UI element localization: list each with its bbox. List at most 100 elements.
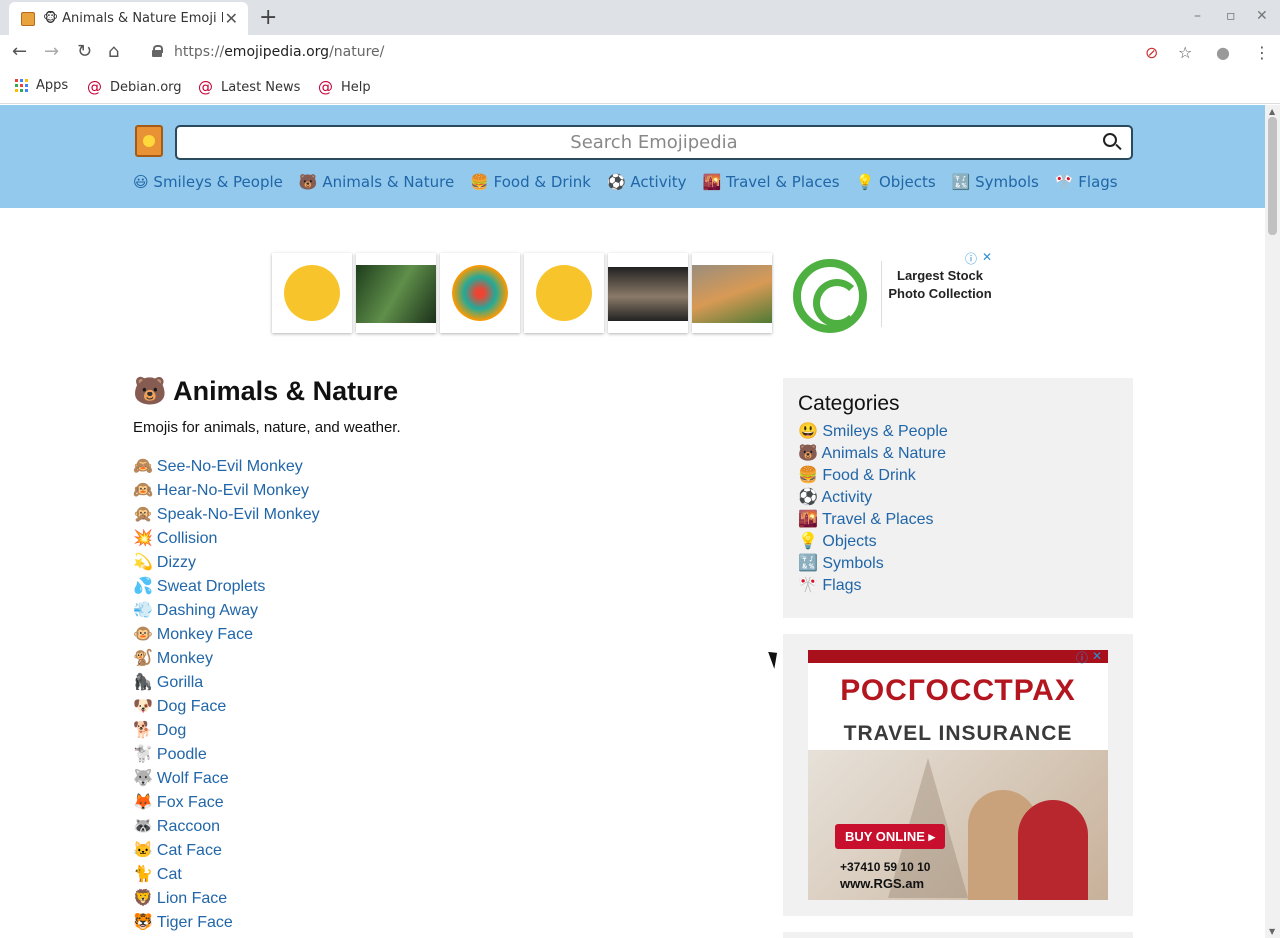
ad-pug-image[interactable] bbox=[608, 253, 688, 333]
lock-icon[interactable] bbox=[152, 45, 163, 57]
emoji-list: 🙈 See-No-Evil Monkey 🙉 Hear-No-Evil Monkey… bbox=[133, 458, 320, 938]
ad-palm-leaves-image[interactable] bbox=[356, 253, 436, 333]
list-item: 🐵 Monkey Face bbox=[133, 626, 253, 643]
sidebar-link[interactable]: 🐻 Animals & Nature bbox=[798, 445, 946, 462]
sidebar-link[interactable]: 😃 Smileys & People bbox=[798, 423, 948, 440]
browser-tab[interactable]: 🐵 Animals & Nature Emoji Meanings ✕ bbox=[9, 2, 248, 35]
emoji-link[interactable]: Dog Face bbox=[157, 698, 226, 715]
sidebar-link[interactable]: 💡 Objects bbox=[798, 533, 877, 550]
search-input[interactable] bbox=[177, 127, 1131, 158]
list-item: 🐺 Wolf Face bbox=[133, 770, 229, 787]
list-item: 💥 Collision bbox=[133, 530, 218, 547]
top-banner-ad[interactable]: Largest Stock Photo Collection ⓘ ✕ bbox=[270, 250, 1000, 337]
sidebar-link[interactable]: 🎌 Flags bbox=[798, 577, 862, 594]
ad-close-icon[interactable]: ✕ bbox=[982, 250, 992, 264]
list-item: 💦 Sweat Droplets bbox=[133, 578, 266, 595]
emoji-link[interactable]: Raccoon bbox=[157, 818, 220, 835]
nav-flags[interactable]: 🎌 Flags bbox=[1055, 173, 1118, 191]
nav-symbols[interactable]: 🔣 Symbols bbox=[952, 173, 1039, 191]
list-item: 🐕 Dog bbox=[133, 722, 187, 739]
nav-travel-places[interactable]: 🌇 Travel & Places bbox=[703, 173, 840, 191]
emoji-link[interactable]: Dashing Away bbox=[157, 602, 258, 619]
browser-menu-icon[interactable]: ⋮ bbox=[1254, 43, 1270, 62]
emoji-link[interactable]: Poodle bbox=[157, 746, 207, 763]
blocked-content-icon[interactable]: ⊘ bbox=[1145, 43, 1158, 62]
emoji-link[interactable]: Gorilla bbox=[157, 674, 203, 691]
ad-smiley-thumbs-image[interactable] bbox=[272, 253, 352, 333]
scroll-up-icon[interactable]: ▲ bbox=[1269, 107, 1275, 116]
scroll-down-icon[interactable]: ▼ bbox=[1269, 927, 1275, 936]
sidebar-list: 😃 Smileys & People 🐻 Animals & Nature 🍔 … bbox=[798, 422, 1118, 598]
list-item: 💨 Dashing Away bbox=[133, 602, 259, 619]
maximize-icon[interactable]: ▫ bbox=[1226, 8, 1236, 24]
nav-smileys-people[interactable]: 😃 Smileys & People bbox=[133, 173, 283, 191]
emoji-link[interactable]: Hear-No-Evil Monkey bbox=[157, 482, 309, 499]
forward-icon[interactable]: → bbox=[44, 41, 59, 62]
ad-butterfly-image[interactable] bbox=[440, 253, 520, 333]
list-item: 🦍 Gorilla bbox=[133, 674, 204, 691]
emoji-link[interactable]: Monkey Face bbox=[157, 626, 253, 643]
ad-close-icon[interactable]: ✕ bbox=[1092, 650, 1102, 663]
emoji-link[interactable]: Cat Face bbox=[157, 842, 222, 859]
close-window-icon[interactable]: ✕ bbox=[1256, 8, 1268, 24]
ad-info-icon[interactable]: ⓘ bbox=[965, 250, 977, 267]
emoji-link[interactable]: Dog bbox=[157, 722, 186, 739]
sidebar-item-animals-nature: 🐻 Animals & Nature bbox=[798, 444, 1118, 466]
scroll-thumb[interactable] bbox=[1268, 117, 1277, 235]
ad-laughing-smiley-image[interactable] bbox=[524, 253, 604, 333]
ad-spiral-logo[interactable] bbox=[793, 259, 867, 333]
new-tab-icon[interactable]: + bbox=[259, 5, 277, 30]
emoji-link[interactable]: Fox Face bbox=[157, 794, 224, 811]
emoji-link[interactable]: Speak-No-Evil Monkey bbox=[157, 506, 320, 523]
nav-objects[interactable]: 💡 Objects bbox=[856, 173, 936, 191]
sidebar-link[interactable]: ⚽ Activity bbox=[798, 489, 872, 506]
bookmark-help[interactable]: @ Help bbox=[318, 78, 371, 96]
reload-icon[interactable]: ↻ bbox=[77, 41, 92, 62]
sidebar-link[interactable]: 🔣 Symbols bbox=[798, 555, 884, 572]
ad-headline[interactable]: Largest Stock Photo Collection bbox=[888, 267, 992, 303]
tab-close-icon[interactable]: ✕ bbox=[225, 9, 238, 28]
site-header: 😃 Smileys & People 🐻 Animals & Nature 🍔 … bbox=[0, 105, 1265, 208]
ad-person bbox=[1018, 800, 1088, 900]
emoji-link[interactable]: See-No-Evil Monkey bbox=[157, 458, 303, 475]
sidebar-heading: Categories bbox=[798, 392, 900, 415]
nav-food-drink[interactable]: 🍔 Food & Drink bbox=[470, 173, 591, 191]
sidebar-link[interactable]: 🍔 Food & Drink bbox=[798, 467, 916, 484]
emoji-link[interactable]: Monkey bbox=[157, 650, 213, 667]
nav-animals-nature[interactable]: 🐻 Animals & Nature bbox=[299, 173, 454, 191]
url-text[interactable]: https://emojipedia.org/nature/ bbox=[174, 44, 384, 60]
ad-info-icon[interactable]: ⓘ bbox=[1076, 650, 1088, 666]
list-item: 🦁 Lion Face bbox=[133, 890, 228, 907]
address-bar[interactable]: https://emojipedia.org/nature/ bbox=[140, 38, 1200, 68]
emoji-link[interactable]: Wolf Face bbox=[157, 770, 229, 787]
back-icon[interactable]: ← bbox=[12, 41, 27, 62]
emojipedia-logo[interactable] bbox=[135, 125, 163, 157]
sidebar-link[interactable]: 🌇 Travel & Places bbox=[798, 511, 934, 528]
emoji-link[interactable]: Lion Face bbox=[157, 890, 227, 907]
home-icon[interactable]: ⌂ bbox=[108, 41, 119, 62]
profile-avatar-icon[interactable]: ● bbox=[1216, 43, 1230, 62]
nav-activity[interactable]: ⚽ Activity bbox=[607, 173, 687, 191]
sidebar-item-activity: ⚽ Activity bbox=[798, 488, 1118, 510]
list-item: 🐩 Poodle bbox=[133, 746, 207, 763]
buy-online-button[interactable]: BUY ONLINE ▸ bbox=[835, 824, 945, 849]
minimize-icon[interactable]: – bbox=[1194, 8, 1201, 24]
page-scrollbar[interactable]: ▲ ▼ bbox=[1265, 105, 1280, 938]
emoji-link[interactable]: Sweat Droplets bbox=[157, 578, 266, 595]
debian-swirl-icon: @ bbox=[318, 78, 333, 96]
insurance-ad[interactable]: ⓘ ✕ РОСГОССТРАХ TRAVEL INSURANCE BUY ONL… bbox=[808, 650, 1108, 900]
bookmark-latest-news[interactable]: @ Latest News bbox=[198, 78, 300, 96]
emoji-link[interactable]: Dizzy bbox=[157, 554, 196, 571]
search-icon[interactable] bbox=[1103, 133, 1117, 147]
emoji-link[interactable]: Cat bbox=[157, 866, 182, 883]
list-item: 🦝 Raccoon bbox=[133, 818, 221, 835]
bookmark-debian[interactable]: @ Debian.org bbox=[87, 78, 182, 96]
search-box bbox=[175, 125, 1133, 160]
emoji-link[interactable]: Tiger Face bbox=[157, 914, 233, 931]
browser-toolbar: ← → ↻ ⌂ https://emojipedia.org/nature/ ⊘… bbox=[0, 35, 1280, 71]
ad-kitten-image[interactable] bbox=[692, 253, 772, 333]
emoji-link[interactable]: Collision bbox=[157, 530, 217, 547]
bookmark-apps[interactable]: Apps bbox=[15, 78, 68, 93]
bookmark-star-icon[interactable]: ☆ bbox=[1178, 43, 1192, 62]
web-page: 😃 Smileys & People 🐻 Animals & Nature 🍔 … bbox=[0, 105, 1265, 938]
